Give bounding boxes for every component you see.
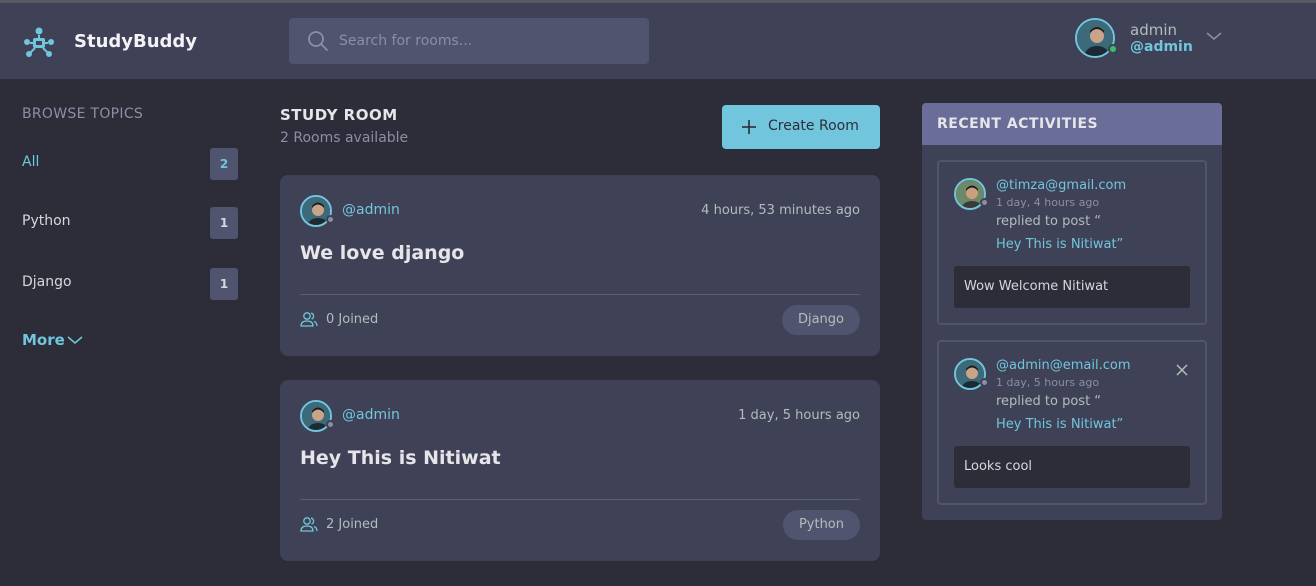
room-topic-tag[interactable]: Python [782, 510, 860, 540]
activity-time: 1 day, 4 hours ago [996, 196, 1100, 209]
topic-label: Python [22, 213, 71, 229]
browse-topics-heading: BROWSE TOPICS [22, 106, 144, 122]
topic-count-badge: 2 [210, 148, 238, 180]
activity-action: replied to post “ [996, 214, 1102, 229]
room-card[interactable]: @admin 4 hours, 53 minutes ago We love d… [280, 175, 880, 356]
room-host[interactable]: @admin [342, 407, 400, 423]
activity-post-link[interactable]: Hey This is Nitiwat” [996, 237, 1123, 252]
room-topic-tag[interactable]: Django [781, 305, 860, 335]
topic-label: Django [22, 274, 72, 290]
activities-title: RECENT ACTIVITIES [937, 116, 1099, 132]
card-divider [300, 294, 860, 295]
search-input[interactable] [339, 18, 639, 64]
room-time: 1 day, 5 hours ago [738, 408, 860, 423]
room-name[interactable]: We love django [300, 242, 464, 264]
users-icon [300, 517, 318, 532]
search-bar[interactable] [289, 18, 649, 64]
search-icon [308, 31, 328, 51]
create-room-button[interactable]: Create Room [722, 105, 880, 149]
activity-time: 1 day, 5 hours ago [996, 376, 1100, 389]
topic-item-python[interactable]: Python 1 [22, 207, 238, 239]
status-dot [980, 198, 989, 207]
activities-header: RECENT ACTIVITIES [922, 103, 1222, 145]
room-card[interactable]: @admin 1 day, 5 hours ago Hey This is Ni… [280, 380, 880, 561]
plus-icon [742, 120, 756, 134]
activity-message: Looks cool [954, 446, 1190, 488]
user-name: admin [1130, 21, 1177, 39]
card-divider [300, 499, 860, 500]
activity-item: @timza@gmail.com 1 day, 4 hours ago repl… [937, 160, 1207, 325]
study-room-heading: STUDY ROOM [280, 106, 398, 124]
activity-message: Wow Welcome Nitiwat [954, 266, 1190, 308]
status-dot [326, 420, 335, 429]
create-room-label: Create Room [768, 118, 859, 134]
activity-user[interactable]: @timza@gmail.com [996, 178, 1126, 193]
joined-count: 0 Joined [326, 312, 379, 327]
room-name[interactable]: Hey This is Nitiwat [300, 447, 501, 469]
chevron-down-icon[interactable] [66, 334, 84, 346]
joined-count: 2 Joined [326, 517, 379, 532]
more-topics-link[interactable]: More [22, 331, 65, 349]
user-handle[interactable]: @admin [1130, 39, 1193, 55]
status-dot [980, 378, 989, 387]
room-time: 4 hours, 53 minutes ago [701, 203, 860, 218]
room-host[interactable]: @admin [342, 202, 400, 218]
topic-item-all[interactable]: All 2 [22, 148, 238, 180]
users-icon [300, 312, 318, 327]
online-status-dot [1108, 44, 1118, 54]
brand-name[interactable]: StudyBuddy [74, 31, 197, 52]
topic-count-badge: 1 [210, 207, 238, 239]
top-navbar: StudyBuddy admin @admin [0, 3, 1316, 79]
studybuddy-logo-icon[interactable] [22, 25, 56, 59]
close-icon[interactable] [1175, 363, 1189, 377]
topic-item-django[interactable]: Django 1 [22, 268, 238, 300]
topic-label: All [22, 154, 40, 170]
activity-user[interactable]: @admin@email.com [996, 358, 1130, 373]
chevron-down-icon[interactable] [1205, 29, 1223, 43]
activity-post-link[interactable]: Hey This is Nitiwat” [996, 417, 1123, 432]
activity-action: replied to post “ [996, 394, 1102, 409]
topic-count-badge: 1 [210, 268, 238, 300]
activity-item: @admin@email.com 1 day, 5 hours ago repl… [937, 340, 1207, 505]
rooms-available-count: 2 Rooms available [280, 130, 409, 146]
recent-activities-panel: RECENT ACTIVITIES @timza@gmail.com 1 day… [922, 103, 1222, 520]
status-dot [326, 215, 335, 224]
